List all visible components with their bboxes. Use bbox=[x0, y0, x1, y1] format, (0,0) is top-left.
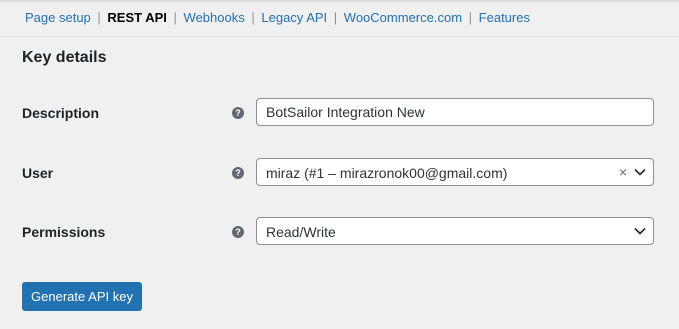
permissions-help-icon[interactable]: ? bbox=[232, 226, 244, 238]
top-border bbox=[0, 0, 679, 2]
permissions-select-value: Read/Write bbox=[266, 224, 336, 240]
section-title: Key details bbox=[22, 49, 107, 66]
chevron-down-icon[interactable] bbox=[634, 167, 646, 177]
section-divider bbox=[0, 36, 679, 37]
subnav-separator: | bbox=[251, 10, 255, 25]
subnav-webhooks[interactable]: Webhooks bbox=[184, 10, 245, 25]
permissions-select[interactable]: Read/Write bbox=[256, 217, 654, 245]
user-help-icon[interactable]: ? bbox=[232, 167, 244, 179]
subnav-woocommerce-com[interactable]: WooCommerce.com bbox=[344, 10, 462, 25]
subnav-features[interactable]: Features bbox=[479, 10, 530, 25]
user-select[interactable]: miraz (#1 – mirazronok00@gmail.com) × bbox=[256, 158, 654, 186]
settings-subnav: Page setup | REST API | Webhooks | Legac… bbox=[25, 10, 530, 26]
subnav-rest-api[interactable]: REST API bbox=[107, 10, 166, 25]
subnav-page-setup[interactable]: Page setup bbox=[25, 10, 91, 25]
description-input[interactable] bbox=[257, 99, 653, 125]
subnav-separator: | bbox=[468, 10, 473, 25]
user-select-value: miraz (#1 – mirazronok00@gmail.com) bbox=[266, 165, 508, 181]
user-label: User bbox=[22, 165, 54, 181]
permissions-label: Permissions bbox=[22, 224, 106, 240]
subnav-separator: | bbox=[173, 10, 177, 25]
description-help-icon[interactable]: ? bbox=[232, 107, 244, 119]
key-details-page: Page setup | REST API | Webhooks | Legac… bbox=[0, 0, 679, 329]
description-field[interactable] bbox=[256, 98, 654, 126]
chevron-down-icon[interactable] bbox=[634, 226, 646, 236]
clear-selection-icon[interactable]: × bbox=[619, 163, 627, 181]
generate-api-key-button[interactable]: Generate API key bbox=[22, 282, 142, 311]
subnav-separator: | bbox=[333, 10, 338, 25]
description-label: Description bbox=[22, 105, 100, 121]
subnav-legacy-api[interactable]: Legacy API bbox=[261, 10, 327, 25]
subnav-separator: | bbox=[97, 10, 101, 25]
